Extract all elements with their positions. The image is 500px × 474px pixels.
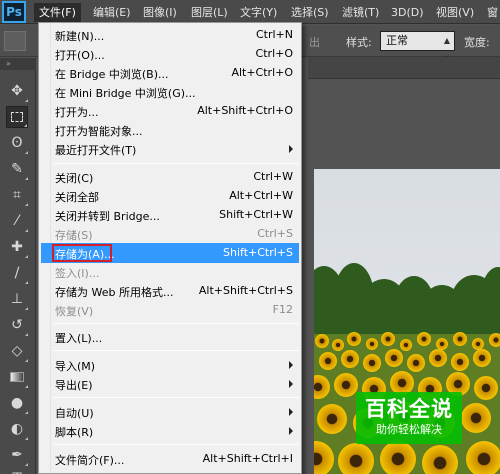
- toolbox: » ✥ ʘ ✎ ⌗ ⁄ ✚ ∕ ⊥ ↺ ◇ ● ◐ ✒ T: [0, 58, 36, 474]
- menu-item-new[interactable]: 新建(N)... Ctrl+N: [41, 25, 299, 45]
- style-select-value: 正常: [386, 34, 408, 47]
- menu-bar: Ps 文件(F) 编辑(E) 图像(I) 图层(L) 文字(Y) 选择(S) 滤…: [0, 0, 500, 24]
- menu-item-open[interactable]: 打开(O)... Ctrl+O: [41, 44, 299, 64]
- clone-stamp-tool-icon[interactable]: ⊥: [6, 288, 28, 310]
- menu-item-import[interactable]: 导入(M): [41, 355, 299, 375]
- options-partial-label: 出: [309, 36, 320, 49]
- menu-separator: [53, 163, 299, 164]
- style-select[interactable]: 正常 ▲▼: [380, 31, 455, 63]
- lasso-tool-icon[interactable]: ʘ: [6, 132, 28, 154]
- marquee-tool-icon[interactable]: [6, 106, 28, 128]
- watermark-logo: 百科全说 助你轻松解决: [356, 392, 462, 444]
- menu-separator: [53, 350, 299, 351]
- tool-preset-picker[interactable]: [4, 31, 26, 51]
- menu-separator: [53, 323, 299, 324]
- crop-tool-icon[interactable]: ⌗: [6, 184, 28, 206]
- submenu-arrow-icon: [289, 427, 293, 435]
- menu-item-open-recent[interactable]: 最近打开文件(T): [41, 139, 299, 159]
- menu-file[interactable]: 文件(F): [34, 3, 81, 22]
- menu-separator: [53, 397, 299, 398]
- menu-3d[interactable]: 3D(D): [386, 3, 429, 22]
- menu-item-file-info[interactable]: 文件简介(F)... Alt+Shift+Ctrl+I: [41, 449, 299, 469]
- menu-item-save-for-web[interactable]: 存储为 Web 所用格式... Alt+Shift+Ctrl+S: [41, 281, 299, 301]
- menu-item-browse-bridge[interactable]: 在 Bridge 中浏览(B)... Alt+Ctrl+O: [41, 63, 299, 83]
- menu-item-revert[interactable]: 恢复(V) F12: [41, 300, 299, 320]
- menu-item-export[interactable]: 导出(E): [41, 374, 299, 394]
- menu-edit[interactable]: 编辑(E): [88, 3, 136, 22]
- photoshop-window: Ps 文件(F) 编辑(E) 图像(I) 图层(L) 文字(Y) 选择(S) 滤…: [0, 0, 500, 474]
- menu-item-save[interactable]: 存储(S) Ctrl+S: [41, 224, 299, 244]
- menu-select[interactable]: 选择(S): [286, 3, 334, 22]
- watermark-title: 百科全说: [365, 397, 453, 421]
- menu-item-scripts[interactable]: 脚本(R): [41, 421, 299, 441]
- annotation-highlight-box: [52, 244, 112, 262]
- menu-item-close-go-bridge[interactable]: 关闭并转到 Bridge... Shift+Ctrl+W: [41, 205, 299, 225]
- move-tool-icon[interactable]: ✥: [6, 80, 28, 102]
- toolbox-collapse-handle[interactable]: »: [0, 58, 36, 70]
- eyedropper-tool-icon[interactable]: ⁄: [6, 210, 28, 232]
- submenu-arrow-icon: [289, 380, 293, 388]
- menu-window[interactable]: 窗: [482, 3, 500, 22]
- menu-item-open-as-smart-object[interactable]: 打开为智能对象...: [41, 120, 299, 140]
- menu-item-save-as[interactable]: 存储为(A)... Shift+Ctrl+S: [41, 243, 299, 263]
- dodge-tool-icon[interactable]: ◐: [6, 418, 28, 440]
- eraser-tool-icon[interactable]: ◇: [6, 340, 28, 362]
- brush-tool-icon[interactable]: ∕: [6, 262, 28, 284]
- gradient-tool-icon[interactable]: [6, 366, 28, 388]
- submenu-arrow-icon: [289, 408, 293, 416]
- menu-item-close[interactable]: 关闭(C) Ctrl+W: [41, 167, 299, 187]
- submenu-arrow-icon: [289, 145, 293, 153]
- history-brush-tool-icon[interactable]: ↺: [6, 314, 28, 336]
- menu-item-place[interactable]: 置入(L)...: [41, 327, 299, 347]
- menu-type[interactable]: 文字(Y): [235, 3, 282, 22]
- blur-tool-icon[interactable]: ●: [6, 392, 28, 414]
- width-label: 宽度:: [464, 36, 490, 49]
- menu-item-check-in[interactable]: 签入(I)...: [41, 262, 299, 282]
- watermark-subtitle: 助你轻松解决: [376, 423, 442, 436]
- menu-layer[interactable]: 图层(L): [186, 3, 233, 22]
- menu-filter[interactable]: 滤镜(T): [337, 3, 384, 22]
- menu-item-close-all[interactable]: 关闭全部 Alt+Ctrl+W: [41, 186, 299, 206]
- file-menu-dropdown: 新建(N)... Ctrl+N 打开(O)... Ctrl+O 在 Bridge 中…: [38, 22, 302, 474]
- menu-item-browse-mini-bridge[interactable]: 在 Mini Bridge 中浏览(G)...: [41, 82, 299, 102]
- pen-tool-icon[interactable]: ✒: [6, 444, 28, 466]
- menu-view[interactable]: 视图(V): [431, 3, 479, 22]
- healing-brush-tool-icon[interactable]: ✚: [6, 236, 28, 258]
- quick-selection-tool-icon[interactable]: ✎: [6, 158, 28, 180]
- document-tab[interactable]: [308, 57, 500, 79]
- menu-image[interactable]: 图像(I): [138, 3, 182, 22]
- style-label: 样式:: [346, 36, 372, 49]
- menu-item-automate[interactable]: 自动(U): [41, 402, 299, 422]
- type-tool-icon[interactable]: T: [6, 468, 28, 474]
- submenu-arrow-icon: [289, 361, 293, 369]
- photoshop-logo: Ps: [2, 1, 26, 23]
- menu-item-open-as[interactable]: 打开为... Alt+Shift+Ctrl+O: [41, 101, 299, 121]
- menu-separator: [53, 444, 299, 445]
